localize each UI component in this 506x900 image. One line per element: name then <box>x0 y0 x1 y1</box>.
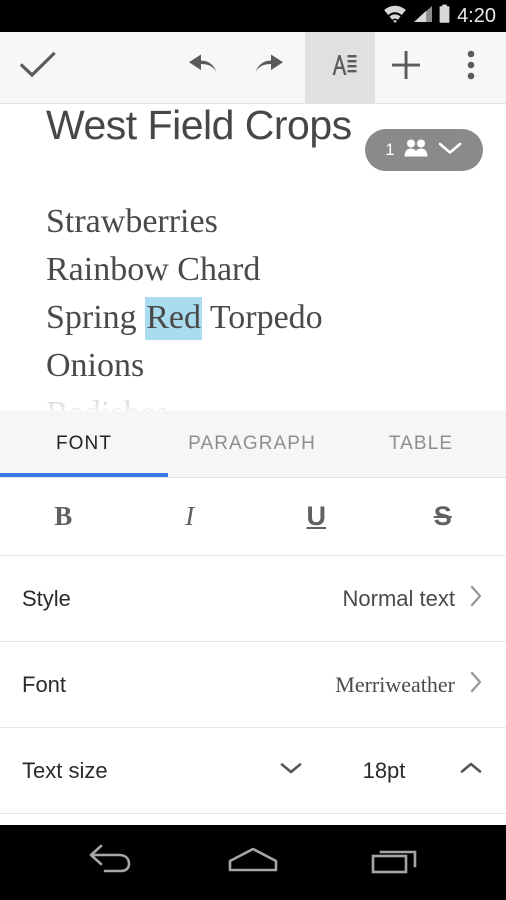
style-option-label: Style <box>22 585 71 611</box>
tab-font[interactable]: FONT <box>0 411 168 476</box>
format-text-button[interactable] <box>305 32 375 103</box>
tab-table[interactable]: TABLE <box>336 411 506 476</box>
strikethrough-button[interactable]: S <box>380 478 506 555</box>
line-text-before-selection: Spring <box>46 299 146 336</box>
document-line[interactable]: Strawberries <box>46 198 323 246</box>
redo-button[interactable] <box>235 32 307 103</box>
font-option-label: Font <box>22 671 67 697</box>
font-option-row[interactable]: Font Merriweather <box>0 642 506 728</box>
chevron-up-icon <box>458 760 484 781</box>
active-tab-indicator <box>0 473 168 477</box>
undo-button[interactable] <box>165 32 237 103</box>
overflow-menu-icon <box>467 50 475 85</box>
text-size-label: Text size <box>22 757 108 783</box>
document-line[interactable]: Rainbow Chard <box>46 246 323 294</box>
text-size-value: 18pt <box>362 757 406 783</box>
text-style-button-row: B I U S <box>0 478 506 556</box>
chevron-right-icon <box>469 584 484 613</box>
collaborator-count: 1 <box>385 140 395 159</box>
chevron-down-icon <box>278 760 304 781</box>
add-button[interactable] <box>375 32 437 103</box>
status-clock: 4:20 <box>457 4 496 27</box>
wifi-icon <box>382 4 408 29</box>
back-arrow-icon <box>85 843 137 882</box>
check-icon <box>19 50 57 85</box>
text-size-decrease-button[interactable] <box>278 760 304 781</box>
android-navigation-bar <box>0 825 506 900</box>
document-line[interactable]: Onions <box>46 342 323 390</box>
chevron-down-icon <box>437 140 463 161</box>
home-icon <box>225 844 281 881</box>
phone-screen: 4:20 West Field Crops Strawberries Rainb… <box>0 0 506 900</box>
undo-icon <box>184 51 218 84</box>
app-toolbar <box>0 32 506 104</box>
tab-paragraph[interactable]: PARAGRAPH <box>168 411 336 476</box>
format-tab-bar: FONT PARAGRAPH TABLE <box>0 411 506 478</box>
people-icon <box>403 137 429 164</box>
text-size-row: Text size 18pt <box>0 728 506 814</box>
chevron-right-icon <box>469 670 484 699</box>
battery-icon <box>438 4 451 29</box>
style-option-value: Normal text <box>342 585 455 611</box>
document-line-with-selection[interactable]: Spring Red Torpedo <box>46 294 323 342</box>
status-bar: 4:20 <box>0 0 506 32</box>
overflow-menu-button[interactable] <box>440 32 502 103</box>
selected-text-highlight[interactable]: Red <box>145 297 202 340</box>
style-option-row[interactable]: Style Normal text <box>0 556 506 642</box>
underline-button[interactable]: U <box>253 478 380 555</box>
collaborators-badge[interactable]: 1 <box>365 129 483 171</box>
bold-button[interactable]: B <box>0 478 127 555</box>
line-text-after-selection: Torpedo <box>201 299 323 336</box>
cellular-signal-icon <box>412 4 434 29</box>
document-body[interactable]: Strawberries Rainbow Chard Spring Red To… <box>46 198 323 416</box>
font-option-value: Merriweather <box>335 671 455 697</box>
format-panel: FONT PARAGRAPH TABLE B I U S Style Norma… <box>0 411 506 825</box>
redo-icon <box>254 51 288 84</box>
text-size-increase-button[interactable] <box>458 760 484 781</box>
italic-button[interactable]: I <box>127 478 254 555</box>
nav-back-button[interactable] <box>66 825 156 900</box>
recents-icon <box>369 844 421 881</box>
nav-recents-button[interactable] <box>350 825 440 900</box>
format-text-icon <box>323 50 357 85</box>
plus-icon <box>390 49 422 86</box>
nav-home-button[interactable] <box>208 825 298 900</box>
status-icon-group <box>382 4 451 29</box>
document-title[interactable]: West Field Crops <box>46 104 352 149</box>
done-check-button[interactable] <box>0 32 76 103</box>
